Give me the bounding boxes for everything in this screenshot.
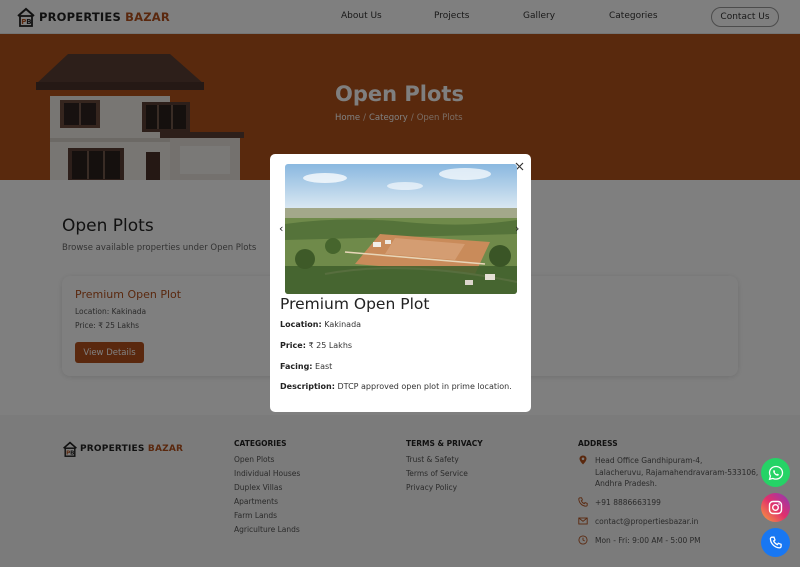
carousel-prev-button[interactable]: ‹ [279, 222, 283, 235]
carousel-next-button[interactable]: › [515, 222, 519, 235]
instagram-button[interactable] [761, 493, 790, 522]
whatsapp-button[interactable] [761, 458, 790, 487]
property-modal: ‹ › Premium Open Plot Location: Kakinada… [270, 154, 531, 412]
phone-icon [769, 536, 782, 549]
call-button[interactable] [761, 528, 790, 557]
modal-title: Premium Open Plot [280, 295, 430, 313]
modal-description-value: DTCP approved open plot in prime locatio… [337, 382, 512, 391]
modal-location-value: Kakinada [324, 320, 362, 329]
whatsapp-icon [768, 465, 783, 480]
instagram-icon [768, 500, 783, 515]
property-image [285, 164, 517, 294]
aerial-land-photo [285, 164, 517, 294]
modal-description-label: Description: [280, 382, 335, 391]
modal-price-value: ₹ 25 Lakhs [308, 341, 353, 350]
modal-price: Price: ₹ 25 Lakhs [280, 341, 352, 350]
modal-price-label: Price: [280, 341, 306, 350]
modal-facing: Facing: East [280, 362, 332, 371]
modal-facing-value: East [315, 362, 333, 371]
modal-description: Description: DTCP approved open plot in … [280, 382, 512, 391]
modal-location-label: Location: [280, 320, 322, 329]
modal-facing-label: Facing: [280, 362, 313, 371]
modal-location: Location: Kakinada [280, 320, 361, 329]
